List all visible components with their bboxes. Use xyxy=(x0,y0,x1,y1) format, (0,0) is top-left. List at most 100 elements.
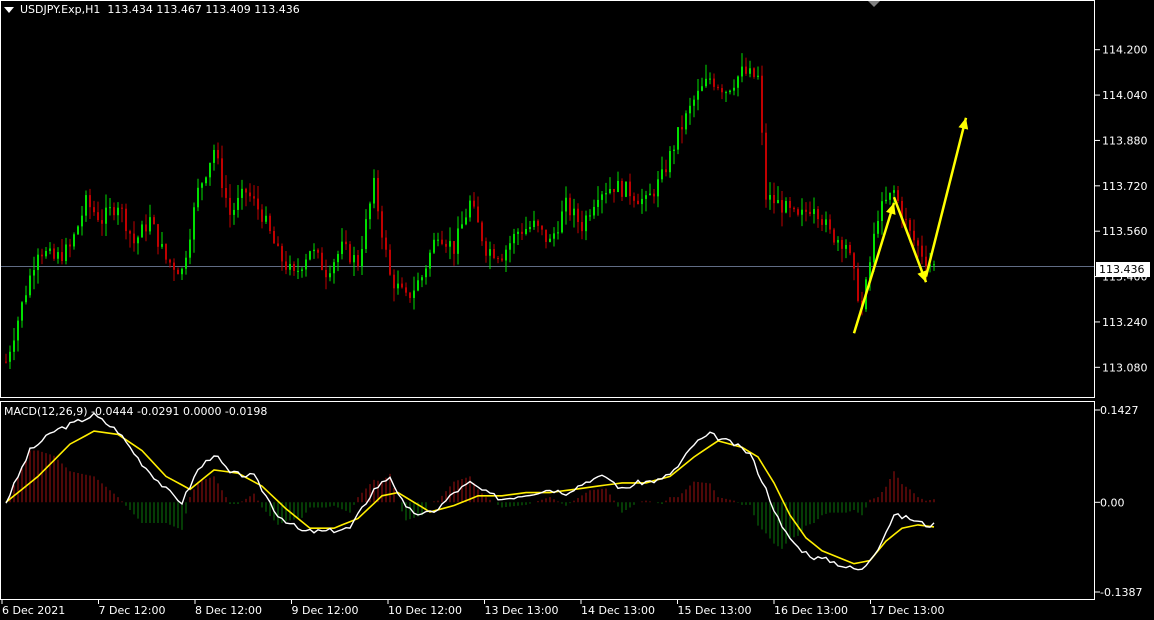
candle-body xyxy=(209,162,211,178)
candle-body xyxy=(133,233,135,244)
candle-body xyxy=(545,229,547,242)
symbol-label: USDJPY.Exp,H1 xyxy=(20,3,101,16)
candle-body xyxy=(437,239,439,241)
candle-body xyxy=(885,199,887,202)
candle-body xyxy=(565,197,567,212)
candle-body xyxy=(413,290,415,298)
candle-body xyxy=(709,78,711,80)
candle-body xyxy=(729,90,731,93)
candle-body xyxy=(613,189,615,193)
candle-body xyxy=(913,230,915,241)
candle-body xyxy=(417,280,419,291)
candle-body xyxy=(693,99,695,106)
candle-body xyxy=(597,199,599,207)
candle-body xyxy=(649,193,651,196)
time-tick-label: 16 Dec 13:00 xyxy=(774,604,848,617)
candle-body xyxy=(33,270,35,276)
candle-body xyxy=(293,263,295,271)
candle-body xyxy=(449,241,451,247)
candle-body xyxy=(425,268,427,278)
macd-tick-label: -0.1387 xyxy=(1100,586,1142,599)
candle-body xyxy=(925,256,927,267)
candle-body xyxy=(493,249,495,259)
candle-body xyxy=(661,169,663,180)
price-chart[interactable]: 114.200 114.040 113.880 113.720 113.560 113.4… xyxy=(0,0,1154,620)
candle-body xyxy=(9,351,11,362)
candle-body xyxy=(825,219,827,225)
candle-body xyxy=(797,209,799,215)
candle-body xyxy=(289,263,291,270)
candle-body xyxy=(369,203,371,220)
price-tick-label: 113.560 xyxy=(1102,225,1148,238)
candle-body xyxy=(713,78,715,87)
candle-body xyxy=(45,250,47,257)
candle-body xyxy=(725,92,727,94)
scroll-marker-icon[interactable] xyxy=(868,1,880,7)
candle-body xyxy=(577,208,579,223)
candle-body xyxy=(833,229,835,243)
candle-body xyxy=(857,268,859,301)
candle-body xyxy=(17,320,19,341)
candle-body xyxy=(241,188,243,198)
candle-body xyxy=(37,254,39,271)
candle-body xyxy=(893,190,895,193)
candle-body xyxy=(573,208,575,216)
candle-body xyxy=(77,226,79,235)
candle-body xyxy=(501,258,503,261)
candle-body xyxy=(161,243,163,247)
time-tick-label: 7 Dec 12:00 xyxy=(99,604,166,617)
candle-body xyxy=(321,252,323,270)
time-tick-label: 10 Dec 12:00 xyxy=(388,604,462,617)
time-tick-label: 8 Dec 12:00 xyxy=(195,604,262,617)
candle-body xyxy=(469,200,471,218)
macd-tick-label: 0.00 xyxy=(1100,496,1125,509)
dropdown-triangle-icon[interactable] xyxy=(4,7,14,13)
candle-body xyxy=(741,66,743,77)
main-panel-frame xyxy=(0,0,1095,398)
candle-body xyxy=(769,195,771,200)
candle-body xyxy=(5,361,7,363)
candle-body xyxy=(817,209,819,220)
candle-body xyxy=(277,243,279,247)
candle-body xyxy=(805,209,807,212)
candle-body xyxy=(601,194,603,200)
candle-body xyxy=(477,206,479,223)
candle-body xyxy=(401,283,403,288)
candle-body xyxy=(845,244,847,249)
candle-body xyxy=(841,240,843,249)
candle-body xyxy=(297,270,299,272)
candle-body xyxy=(281,246,283,262)
candle-body xyxy=(605,193,607,195)
candle-body xyxy=(333,262,335,274)
candle-body xyxy=(629,181,631,197)
candle-body xyxy=(269,215,271,232)
time-axis: 6 Dec 2021 7 Dec 12:00 8 Dec 12:00 9 Dec 12… xyxy=(1,600,944,617)
candle-body xyxy=(677,127,679,150)
price-tick-label: 113.880 xyxy=(1102,134,1148,147)
trend-arrow-line xyxy=(852,202,896,334)
candle-body xyxy=(69,244,71,247)
candle-body xyxy=(313,249,315,252)
candle-body xyxy=(829,219,831,230)
candle-body xyxy=(645,195,647,199)
candle-body xyxy=(65,244,67,262)
candle-body xyxy=(217,149,219,159)
ohlc-values: 113.434 113.467 113.409 113.436 xyxy=(107,3,300,16)
candle-body xyxy=(173,262,175,270)
candle-body xyxy=(877,221,879,234)
candle-body xyxy=(445,243,447,247)
candle-body xyxy=(433,239,435,253)
candle-body xyxy=(349,244,351,263)
candle-body xyxy=(481,222,483,242)
candle-body xyxy=(93,207,95,213)
candle-body xyxy=(665,169,667,173)
candle-body xyxy=(25,295,27,303)
candle-body xyxy=(153,217,155,225)
candle-body xyxy=(685,113,687,130)
candle-body xyxy=(185,257,187,269)
candle-body xyxy=(233,209,235,215)
candle-body xyxy=(485,241,487,256)
candle-body xyxy=(61,252,63,262)
candle-body xyxy=(569,197,571,216)
candle-body xyxy=(773,195,775,204)
